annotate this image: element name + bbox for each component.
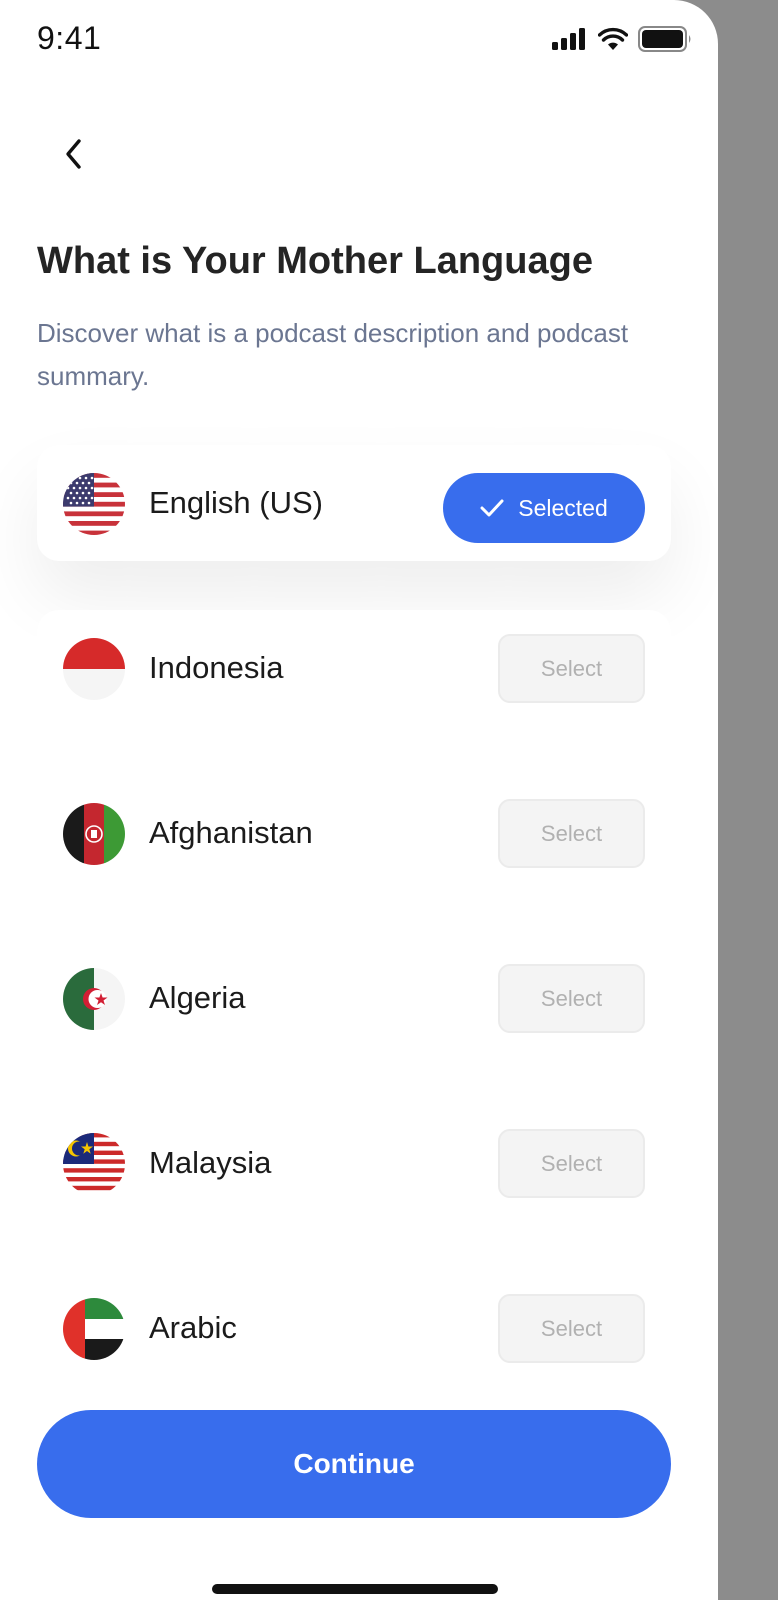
select-button[interactable]: Select [498, 799, 645, 868]
language-name: Afghanistan [149, 815, 313, 850]
selected-button[interactable]: Selected [443, 473, 645, 543]
back-button[interactable] [50, 130, 98, 178]
page-title: What is Your Mother Language [37, 240, 593, 282]
phone-screen: 9:41 What is Your Mother Language Discov… [0, 0, 718, 1600]
malaysia-flag-icon [63, 1133, 125, 1195]
language-name: Malaysia [149, 1145, 272, 1180]
indonesia-flag-icon [63, 638, 125, 700]
wifi-icon [597, 27, 629, 56]
checkmark-icon [480, 499, 504, 517]
language-name: Algeria [149, 980, 246, 1015]
language-item-malaysia[interactable]: Malaysia Select [37, 1105, 671, 1221]
algeria-flag-icon [63, 968, 125, 1030]
language-name: Indonesia [149, 650, 284, 685]
language-item-algeria[interactable]: Algeria Select [37, 940, 671, 1056]
language-name: Arabic [149, 1310, 237, 1345]
us-flag-icon [63, 473, 125, 535]
language-item-english-us[interactable]: English (US) Selected [37, 445, 671, 561]
uae-flag-icon [63, 1298, 125, 1360]
select-button[interactable]: Select [498, 964, 645, 1033]
battery-icon [638, 26, 692, 57]
home-indicator [212, 1584, 498, 1594]
cellular-signal-icon [552, 27, 588, 56]
page-subtitle: Discover what is a podcast description a… [37, 318, 629, 391]
language-item-indonesia[interactable]: Indonesia Select [37, 610, 671, 726]
chevron-left-icon [66, 139, 81, 169]
status-icons [552, 26, 692, 57]
status-bar: 9:41 [0, 0, 718, 80]
continue-button[interactable]: Continue [37, 1410, 671, 1518]
language-item-arabic[interactable]: Arabic Select [37, 1270, 671, 1386]
status-time: 9:41 [37, 20, 102, 56]
select-button[interactable]: Select [498, 1294, 645, 1363]
select-button[interactable]: Select [498, 1129, 645, 1198]
language-list: English (US) Selected Indonesia Select A… [37, 445, 671, 1435]
language-item-afghanistan[interactable]: Afghanistan Select [37, 775, 671, 891]
select-button[interactable]: Select [498, 634, 645, 703]
selected-button-label: Selected [518, 494, 608, 521]
language-name: English (US) [149, 485, 323, 520]
afghanistan-flag-icon [63, 803, 125, 865]
